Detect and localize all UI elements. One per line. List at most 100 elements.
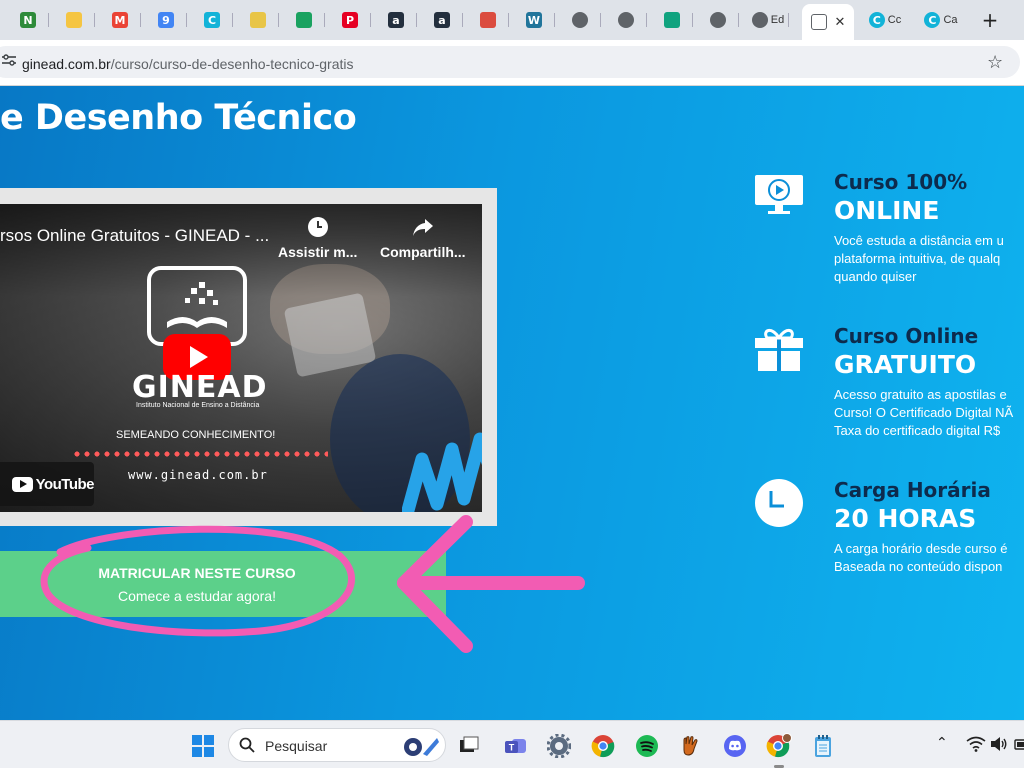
youtube-video-embed[interactable]: rsos Online Gratuitos - GINEAD - ... Ass… [0, 204, 482, 512]
spotify-icon[interactable] [634, 733, 660, 759]
close-tab-icon[interactable]: ✕ [835, 15, 846, 30]
ginead-brand-subtitle: Instituto Nacional de Ensino a Distância [136, 402, 260, 409]
monitor-play-icon [754, 170, 804, 220]
watch-on-youtube-button[interactable]: YouTube [0, 462, 95, 506]
tab-separator [554, 13, 555, 27]
notion-icon: N [20, 12, 36, 28]
canva-icon: C [204, 12, 220, 28]
browser-tab[interactable]: a [376, 6, 417, 34]
globe-icon [751, 12, 768, 28]
active-browser-tab[interactable]: ✕ [802, 4, 854, 40]
search-placeholder: Pesquisar [265, 738, 328, 754]
sheets-icon [296, 12, 312, 28]
start-icon[interactable] [190, 733, 216, 759]
tab-separator [508, 13, 509, 27]
browser-tab[interactable]: a [422, 6, 463, 34]
tab-separator [738, 13, 739, 27]
share-button[interactable]: Compartilh... [380, 216, 466, 260]
globe-icon [710, 12, 726, 28]
tab-strip: + N M 9 C Pa a W Ed ✕ C Cc C Ca [0, 0, 1024, 40]
browser-tab[interactable] [652, 6, 693, 34]
browser-tab[interactable] [284, 6, 325, 34]
video-site-url: www.ginead.com.br [128, 468, 268, 482]
feature-description: Acesso gratuito as apostilas e Curso! O C… [834, 386, 1013, 440]
watch-later-button[interactable]: Assistir m... [278, 216, 357, 260]
youtube-icon [12, 476, 33, 492]
tab-separator [600, 13, 601, 27]
battery-icon[interactable] [1014, 737, 1024, 751]
discord-icon[interactable] [722, 733, 748, 759]
feature-highlight: GRATUITO [834, 350, 977, 379]
chrome-profile-icon[interactable] [766, 733, 792, 759]
wifi-icon[interactable] [966, 736, 986, 752]
feature-description-line: Taxa do certificado digital R$ [834, 423, 1001, 438]
tab-separator [140, 13, 141, 27]
watch-later-label: Assistir m... [278, 244, 358, 260]
feature-heading: Curso Online [834, 324, 979, 348]
tab-separator [186, 13, 187, 27]
browser-tab[interactable]: M [100, 6, 141, 34]
amazon-icon: a [434, 12, 450, 28]
new-tab-button[interactable]: + [978, 8, 1002, 32]
taskbar-search-input[interactable]: Pesquisar [228, 728, 446, 762]
browser-tab[interactable]: C Cc [862, 6, 908, 34]
notepad-icon[interactable] [810, 733, 836, 759]
globe-icon [618, 12, 634, 28]
url-path: /curso/curso-de-desenho-tecnico-gratis [110, 56, 354, 72]
site-info-icon[interactable] [2, 54, 16, 66]
amazon-icon: a [388, 12, 404, 28]
url-text[interactable]: ginead.com.br/curso/curso-de-desenho-tec… [22, 56, 354, 72]
brush-stroke-decoration [402, 432, 482, 512]
feature-description-line: A carga horário desde curso é [834, 541, 1008, 556]
dotted-divider [72, 451, 328, 457]
page-title: e Desenho Técnico [0, 98, 357, 138]
youtube-label: YouTube [35, 475, 95, 493]
browser-tab[interactable]: N [8, 6, 49, 34]
feature-description-line: plataforma intuitiva, de qualq [834, 251, 1001, 266]
glove-icon[interactable] [678, 733, 704, 759]
volume-icon[interactable] [990, 736, 1008, 752]
feature-description-line: Curso! O Certificado Digital NÃ [834, 405, 1014, 420]
bookmark-star-icon[interactable]: ☆ [987, 52, 1003, 73]
search-highlight-icon [404, 738, 439, 756]
browser-tab[interactable] [54, 6, 95, 34]
browser-tab[interactable]: 9 [146, 6, 187, 34]
enroll-button-label: MATRICULAR NESTE CURSO [98, 565, 296, 581]
tab-separator [324, 13, 325, 27]
browser-tab[interactable]: C Ca [918, 6, 964, 34]
settings-icon[interactable] [546, 733, 572, 759]
chrome-icon[interactable] [590, 733, 616, 759]
tab-title: Cc [887, 14, 902, 26]
browser-tab[interactable]: W [514, 6, 555, 34]
browser-tab[interactable] [698, 6, 739, 34]
browser-tab[interactable] [238, 6, 279, 34]
enroll-button[interactable]: MATRICULAR NESTE CURSO Comece a estudar … [0, 551, 446, 617]
teams-icon[interactable]: T [503, 733, 529, 759]
feature-description-line: quando quiser [834, 269, 917, 284]
url-host: ginead.com.br [22, 56, 111, 72]
browser-tab[interactable]: P [330, 6, 371, 34]
bulb-icon [66, 12, 82, 28]
play-icon [190, 346, 208, 368]
browser-tab[interactable] [468, 6, 509, 34]
gmail-icon: M [112, 12, 128, 28]
browser-tab[interactable] [606, 6, 647, 34]
browser-tab[interactable]: Ed [748, 6, 789, 34]
video-title[interactable]: rsos Online Gratuitos - GINEAD - ... [0, 226, 269, 246]
tab-separator [788, 13, 789, 27]
tab-title: Ca [943, 14, 958, 26]
tab-title: Ed [770, 14, 785, 26]
share-label: Compartilh... [380, 244, 466, 260]
gift-icon [754, 324, 804, 374]
browser-tab[interactable]: C [192, 6, 233, 34]
chevron-up-icon[interactable]: ⌃ [936, 735, 948, 751]
feature-description: Você estuda a distância em u plataforma i… [834, 232, 1004, 286]
task-view-icon[interactable] [456, 733, 482, 759]
canva-icon: C [868, 12, 885, 28]
globe-icon [572, 12, 588, 28]
calendar-icon: 9 [158, 12, 174, 28]
feature-highlight: 20 HORAS [834, 504, 977, 533]
browser-tab[interactable] [560, 6, 601, 34]
tab-separator [48, 13, 49, 27]
feature-description: A carga horário desde curso é Baseada no … [834, 540, 1007, 576]
